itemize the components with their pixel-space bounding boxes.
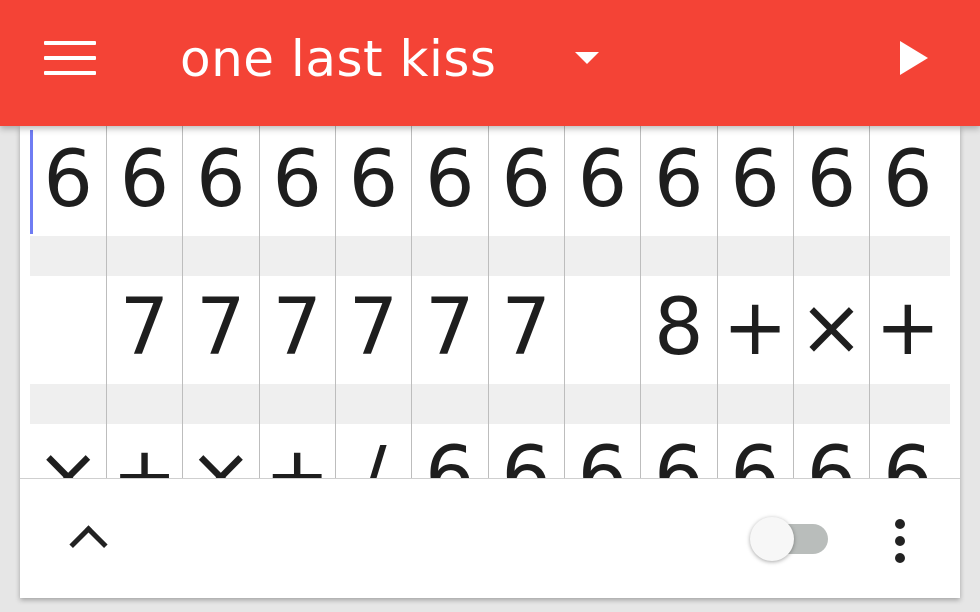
column-divider: [793, 126, 794, 478]
column-divider: [182, 126, 183, 478]
note-row-1: 6 6 6 6 6 6 6 6 6 6 6 6: [30, 128, 950, 236]
score-sheet: 6 6 6 6 6 6 6 6 6 6 6 6 7 7 7 7 7 7 8 + …: [20, 126, 960, 598]
note-cell[interactable]: +: [259, 424, 335, 478]
note-cell[interactable]: 6: [488, 424, 564, 478]
toolbar-divider: [20, 478, 960, 479]
note-cell[interactable]: 6: [793, 128, 869, 236]
note-cell[interactable]: 7: [335, 276, 411, 384]
note-cell[interactable]: 7: [259, 276, 335, 384]
note-cell[interactable]: 7: [183, 276, 259, 384]
song-title[interactable]: one last kiss: [180, 26, 496, 92]
note-cell[interactable]: 8: [641, 276, 717, 384]
column-divider: [564, 126, 565, 478]
note-cell[interactable]: 6: [641, 128, 717, 236]
chevron-up-icon[interactable]: [69, 525, 108, 564]
note-cell[interactable]: 6: [641, 424, 717, 478]
column-divider: [411, 126, 412, 478]
column-divider: [640, 126, 641, 478]
note-cell[interactable]: 6: [793, 424, 869, 478]
note-cell[interactable]: 7: [412, 276, 488, 384]
note-cell[interactable]: ×: [183, 424, 259, 478]
note-cell[interactable]: 6: [564, 424, 640, 478]
note-cell[interactable]: 6: [870, 424, 946, 478]
note-cell[interactable]: 6: [412, 128, 488, 236]
row-separator: [30, 384, 950, 424]
column-divider: [106, 126, 107, 478]
note-cell[interactable]: 6: [412, 424, 488, 478]
note-cell[interactable]: [30, 276, 106, 384]
text-cursor: [30, 130, 33, 234]
note-cell[interactable]: 6: [717, 128, 793, 236]
note-row-2: 7 7 7 7 7 7 8 + × +: [30, 276, 950, 384]
row-separator: [30, 236, 950, 276]
note-cell[interactable]: [564, 276, 640, 384]
note-cell[interactable]: ×: [793, 276, 869, 384]
dropdown-arrow-icon[interactable]: [575, 52, 599, 64]
note-cell[interactable]: 6: [335, 128, 411, 236]
more-vert-icon[interactable]: [895, 519, 905, 563]
note-cell[interactable]: +: [717, 276, 793, 384]
note-cell[interactable]: /: [335, 424, 411, 478]
note-cell[interactable]: 6: [564, 128, 640, 236]
column-divider: [717, 126, 718, 478]
note-row-3: × + × + / 6 6 6 6 6 6 6: [30, 424, 950, 478]
note-cell[interactable]: 6: [106, 128, 182, 236]
note-cell[interactable]: 6: [870, 128, 946, 236]
menu-icon[interactable]: [44, 41, 96, 75]
mode-toggle[interactable]: [750, 517, 830, 561]
note-cell[interactable]: +: [106, 424, 182, 478]
note-cell[interactable]: 6: [488, 128, 564, 236]
note-cell[interactable]: 6: [717, 424, 793, 478]
play-icon[interactable]: [900, 41, 928, 75]
note-grid: 6 6 6 6 6 6 6 6 6 6 6 6 7 7 7 7 7 7 8 + …: [30, 126, 950, 478]
note-cell[interactable]: 6: [30, 128, 106, 236]
note-cell[interactable]: +: [870, 276, 946, 384]
app-bar: one last kiss: [0, 0, 980, 126]
column-divider: [335, 126, 336, 478]
column-divider: [259, 126, 260, 478]
note-cell[interactable]: 6: [183, 128, 259, 236]
note-cell[interactable]: 7: [488, 276, 564, 384]
note-cell[interactable]: 6: [259, 128, 335, 236]
note-cell[interactable]: ×: [30, 424, 106, 478]
toggle-thumb: [750, 517, 794, 561]
column-divider: [869, 126, 870, 478]
column-divider: [488, 126, 489, 478]
note-cell[interactable]: 7: [106, 276, 182, 384]
